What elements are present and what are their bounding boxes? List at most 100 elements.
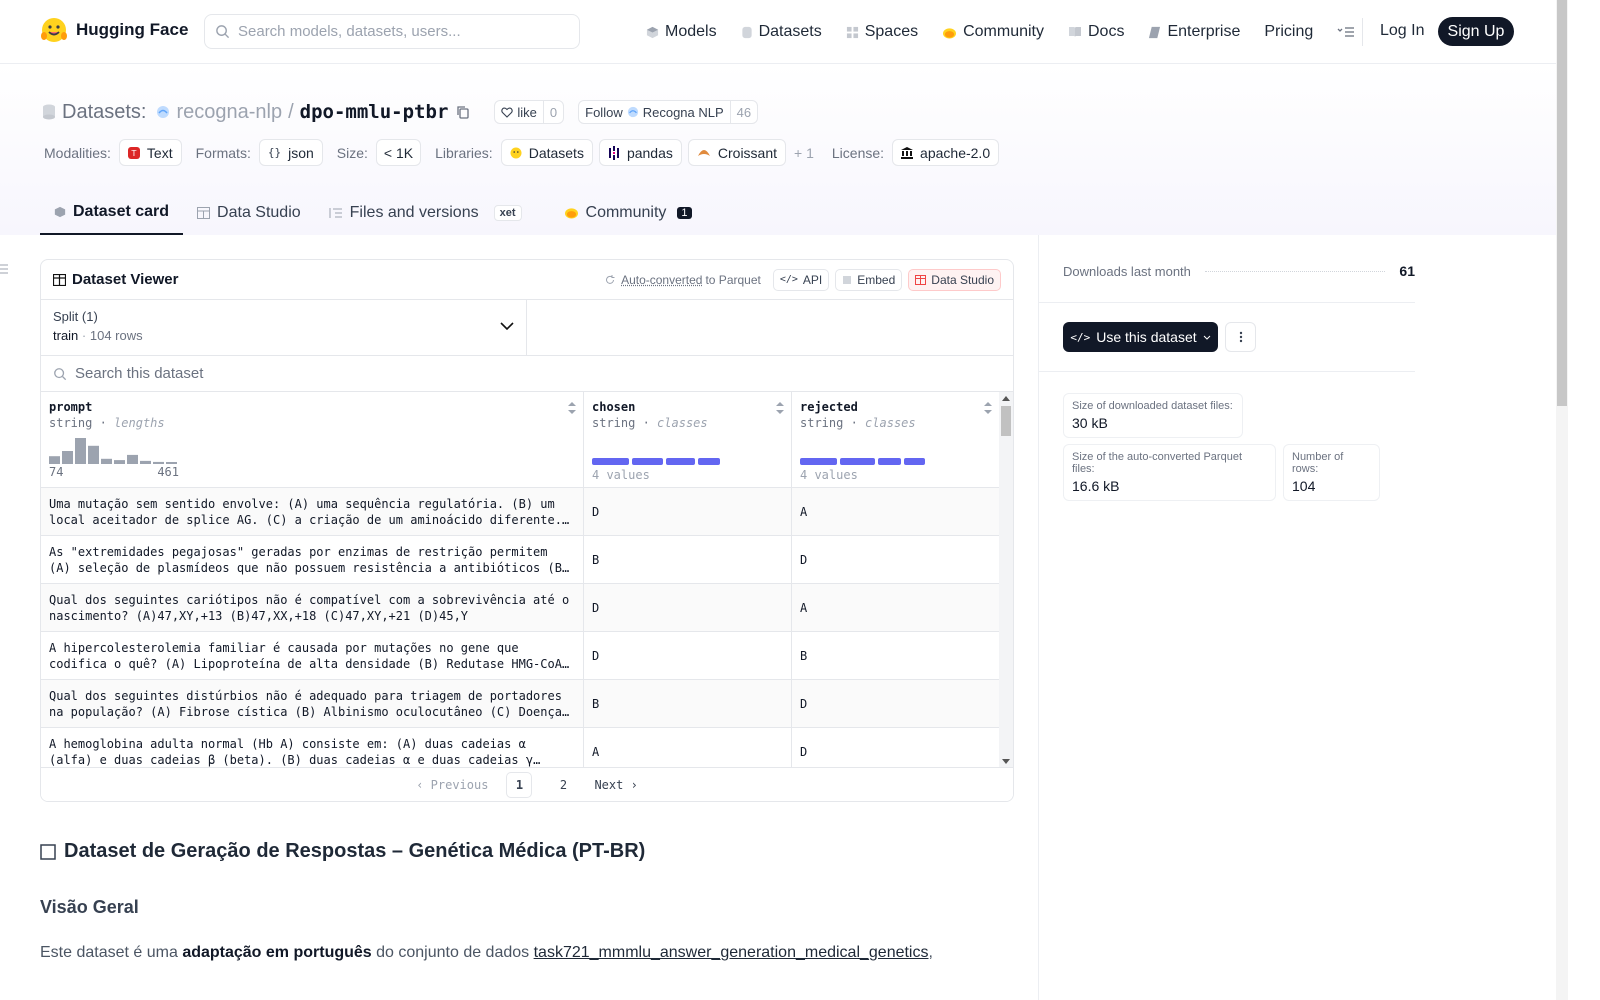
column-header-prompt[interactable]: prompt string · lengths 74 461	[41, 392, 584, 487]
library-datasets-tag[interactable]: Datasets	[500, 139, 593, 166]
use-dataset-button[interactable]: </> Use this dataset	[1063, 322, 1218, 352]
dataset-search[interactable]: Search this dataset	[41, 356, 1013, 392]
tab-files[interactable]: Files and versions xet	[315, 190, 536, 235]
embed-icon	[842, 275, 852, 285]
histogram-bar	[101, 458, 112, 464]
search-icon	[215, 24, 230, 39]
search-icon	[53, 367, 67, 381]
right-sidebar: Downloads last month 61 </> Use this datas…	[1038, 235, 1556, 1000]
api-button[interactable]: </> API	[772, 268, 830, 291]
cube-icon	[646, 26, 659, 39]
table-row[interactable]: Qual dos seguintes distúrbios não é adeq…	[41, 680, 1013, 728]
rejected-cell: D	[792, 680, 1000, 727]
nav-models-label: Models	[665, 23, 717, 40]
nav-community[interactable]: Community	[942, 23, 1044, 41]
column-name: chosen	[592, 400, 636, 414]
chevron-left-icon: ‹	[416, 777, 431, 792]
rejected-cell: D	[792, 536, 1000, 583]
para-text: ,	[928, 944, 933, 961]
class-bar	[592, 458, 783, 465]
page-1[interactable]: 1	[506, 771, 533, 798]
like-button[interactable]: like 0	[494, 100, 565, 124]
like-count: 0	[542, 101, 563, 123]
divider	[1039, 302, 1415, 303]
library-pandas-label: pandas	[626, 144, 673, 161]
class-count: 4 values	[592, 468, 650, 482]
sort-icon[interactable]	[983, 401, 993, 415]
license-tag[interactable]: apache-2.0	[892, 139, 1000, 166]
tab-community[interactable]: Community 1	[550, 190, 706, 235]
next-page[interactable]: Next ›	[594, 778, 637, 792]
class-segment	[666, 458, 695, 465]
size-tag[interactable]: < 1K	[375, 139, 422, 166]
data-studio-button[interactable]: Data Studio	[908, 268, 1001, 291]
previous-label: Previous	[430, 777, 489, 792]
more-options-button[interactable]	[1225, 322, 1256, 352]
page-scroll-thumb[interactable]	[1557, 0, 1567, 406]
nav-models[interactable]: Models	[646, 23, 717, 41]
column-header-rejected[interactable]: rejected string · classes 4 values	[792, 392, 1000, 487]
tab-data-studio[interactable]: Data Studio	[183, 190, 315, 235]
dataset-section-label: Datasets:	[62, 100, 147, 123]
source-dataset-link[interactable]: task721_mmmlu_answer_generation_medical_…	[534, 944, 929, 961]
brand-name: Hugging Face	[76, 20, 189, 39]
global-search[interactable]	[204, 14, 580, 49]
nav-enterprise[interactable]: Enterprise	[1148, 23, 1240, 41]
auto-converted-link[interactable]: Auto-converted	[621, 273, 702, 287]
nav-docs[interactable]: Docs	[1068, 23, 1124, 41]
library-pandas-tag[interactable]: pandas	[598, 139, 682, 166]
like-label: like	[517, 104, 537, 120]
to-parquet-text: to Parquet	[705, 272, 761, 287]
histogram-bar	[127, 454, 138, 464]
column-header-chosen[interactable]: chosen string · classes 4 values	[584, 392, 792, 487]
tab-dataset-card[interactable]: Dataset card	[40, 190, 184, 235]
sidebar-toggle[interactable]	[0, 263, 8, 275]
table-row[interactable]: A hipercolesterolemia familiar é causada…	[41, 632, 1013, 680]
code-icon: </>	[779, 274, 798, 285]
scroll-down-arrow[interactable]	[1002, 759, 1010, 764]
nav-spaces[interactable]: Spaces	[846, 23, 918, 41]
global-search-input[interactable]	[238, 23, 558, 40]
top-nav: Hugging Face Models Datasets Spaces Comm…	[0, 0, 1556, 64]
embed-button[interactable]: Embed	[835, 268, 903, 291]
modality-tag[interactable]: T Text	[118, 139, 182, 166]
class-segment	[632, 458, 663, 465]
table-scroll-thumb[interactable]	[1001, 406, 1011, 436]
signup-button[interactable]: Sign Up	[1438, 17, 1514, 46]
libraries-more[interactable]: + 1	[794, 145, 814, 161]
dataset-search-placeholder: Search this dataset	[75, 365, 204, 382]
sort-icon[interactable]	[775, 401, 785, 415]
table-row[interactable]: Qual dos seguintes cariótipos não é comp…	[41, 584, 1013, 632]
license-value: apache-2.0	[920, 144, 991, 161]
downloads-label: Downloads last month	[1063, 263, 1191, 279]
copy-icon[interactable]	[456, 105, 470, 119]
table-row[interactable]: Uma mutação sem sentido envolve: (A) uma…	[41, 488, 1013, 536]
previous-page[interactable]: ‹ Previous	[416, 778, 488, 792]
nav-pricing[interactable]: Pricing	[1264, 23, 1313, 41]
column-stat: lengths	[114, 416, 165, 430]
brand-logo[interactable]: Hugging Face	[40, 16, 188, 44]
tab-files-label: Files and versions	[349, 203, 479, 221]
dataset-card-content: Dataset de Geração de Respostas – Genéti…	[40, 840, 1020, 962]
library-croissant-tag[interactable]: Croissant	[687, 139, 787, 166]
histogram-bar	[140, 460, 151, 464]
downloads-value: 61	[1399, 263, 1415, 279]
class-count: 4 values	[800, 468, 858, 482]
org-link[interactable]: recogna-nlp	[176, 101, 282, 124]
nav-datasets[interactable]: Datasets	[741, 23, 822, 41]
table-scrollbar[interactable]	[999, 392, 1013, 768]
format-tag[interactable]: {} json	[258, 139, 323, 166]
license-label: License:	[831, 144, 885, 161]
sort-icon[interactable]	[567, 401, 577, 415]
table-row[interactable]: As "extremidades pegajosas" geradas por …	[41, 536, 1013, 584]
scroll-up-arrow[interactable]	[1002, 396, 1010, 401]
login-link[interactable]: Log In	[1380, 22, 1424, 40]
follow-button[interactable]: Follow Recogna NLP 46	[578, 100, 759, 124]
page-2[interactable]: 2	[550, 772, 576, 798]
column-name: prompt	[49, 400, 93, 414]
readme-heading-text: Dataset de Geração de Respostas – Genéti…	[64, 840, 646, 862]
dataset-name[interactable]: dpo-mmlu-ptbr	[300, 101, 449, 123]
nav-more-menu[interactable]	[1337, 26, 1355, 38]
stat-label: Size of downloaded dataset files:	[1072, 400, 1233, 412]
split-selector[interactable]: Split (1) train · 104 rows	[41, 300, 527, 355]
